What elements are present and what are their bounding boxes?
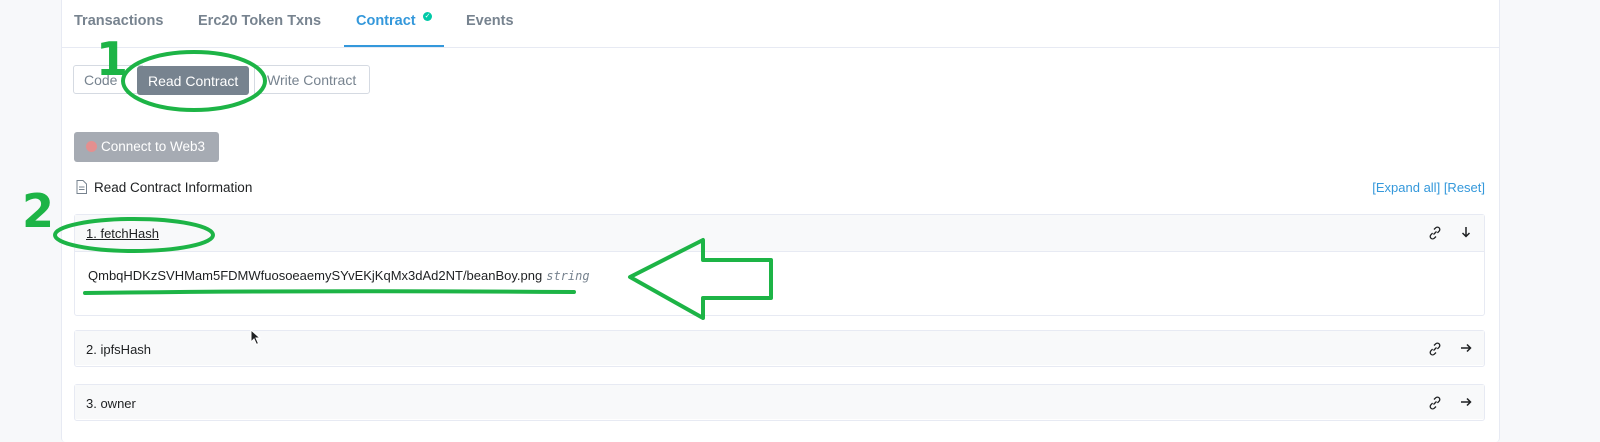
active-tab-indicator bbox=[344, 45, 444, 47]
function-result: QmbqHDKzSVHMam5FDMWfuosoeaemySYvEKjKqMx3… bbox=[75, 252, 1484, 315]
arrow-right-icon[interactable] bbox=[1458, 394, 1474, 410]
function-panel-owner: 3. owner bbox=[74, 384, 1485, 421]
info-links: [Expand all] [Reset] bbox=[1372, 180, 1485, 195]
result-type: string bbox=[546, 269, 590, 283]
tab-transactions[interactable]: Transactions bbox=[74, 13, 163, 29]
document-icon bbox=[76, 180, 87, 194]
annotation-step-1: 1 bbox=[96, 32, 129, 86]
disconnected-status-icon bbox=[86, 141, 97, 152]
function-name[interactable]: 3. owner bbox=[86, 396, 136, 411]
hash-text: QmbqHDKzSVHMam5FDMWfuosoeaemySYvEKjKqMx3… bbox=[88, 268, 543, 283]
expand-all-link[interactable]: [Expand all] bbox=[1372, 180, 1440, 195]
function-name[interactable]: 1. fetchHash bbox=[86, 226, 159, 241]
read-contract-button[interactable]: Read Contract bbox=[137, 66, 249, 95]
connect-web3-label: Connect to Web3 bbox=[101, 139, 206, 154]
tab-erc20-token-txns[interactable]: Erc20 Token Txns bbox=[198, 13, 321, 29]
arrow-down-icon[interactable] bbox=[1458, 224, 1474, 240]
arrow-right-icon[interactable] bbox=[1458, 340, 1474, 356]
function-header[interactable]: 2. ipfsHash bbox=[75, 331, 1484, 365]
annotation-step-2: 2 bbox=[22, 184, 55, 238]
read-contract-info-header: Read Contract Information [Expand all] [… bbox=[74, 179, 1485, 199]
link-icon[interactable] bbox=[1427, 395, 1443, 411]
link-icon[interactable] bbox=[1427, 225, 1443, 241]
reset-link[interactable]: [Reset] bbox=[1444, 180, 1485, 195]
mouse-cursor-icon bbox=[250, 329, 261, 346]
connect-web3-button[interactable]: Connect to Web3 bbox=[74, 132, 219, 162]
result-value: QmbqHDKzSVHMam5FDMWfuosoeaemySYvEKjKqMx3… bbox=[88, 268, 590, 283]
tab-bar: Transactions Erc20 Token Txns Contract ✓… bbox=[62, 0, 1499, 48]
function-header[interactable]: 1. fetchHash bbox=[75, 215, 1484, 252]
write-contract-button[interactable]: Write Contract bbox=[254, 65, 370, 94]
function-panel-ipfshash: 2. ipfsHash bbox=[74, 330, 1485, 367]
tab-events[interactable]: Events bbox=[466, 13, 514, 29]
function-panel-fetchhash: 1. fetchHash QmbqHDKzSVHMam5FDMWfuosoeae… bbox=[74, 214, 1485, 316]
function-header[interactable]: 3. owner bbox=[75, 385, 1484, 419]
function-name[interactable]: 2. ipfsHash bbox=[86, 342, 151, 357]
tab-contract[interactable]: Contract bbox=[356, 13, 416, 29]
verified-check-icon: ✓ bbox=[423, 12, 432, 21]
link-icon[interactable] bbox=[1427, 341, 1443, 357]
info-title: Read Contract Information bbox=[94, 180, 253, 195]
